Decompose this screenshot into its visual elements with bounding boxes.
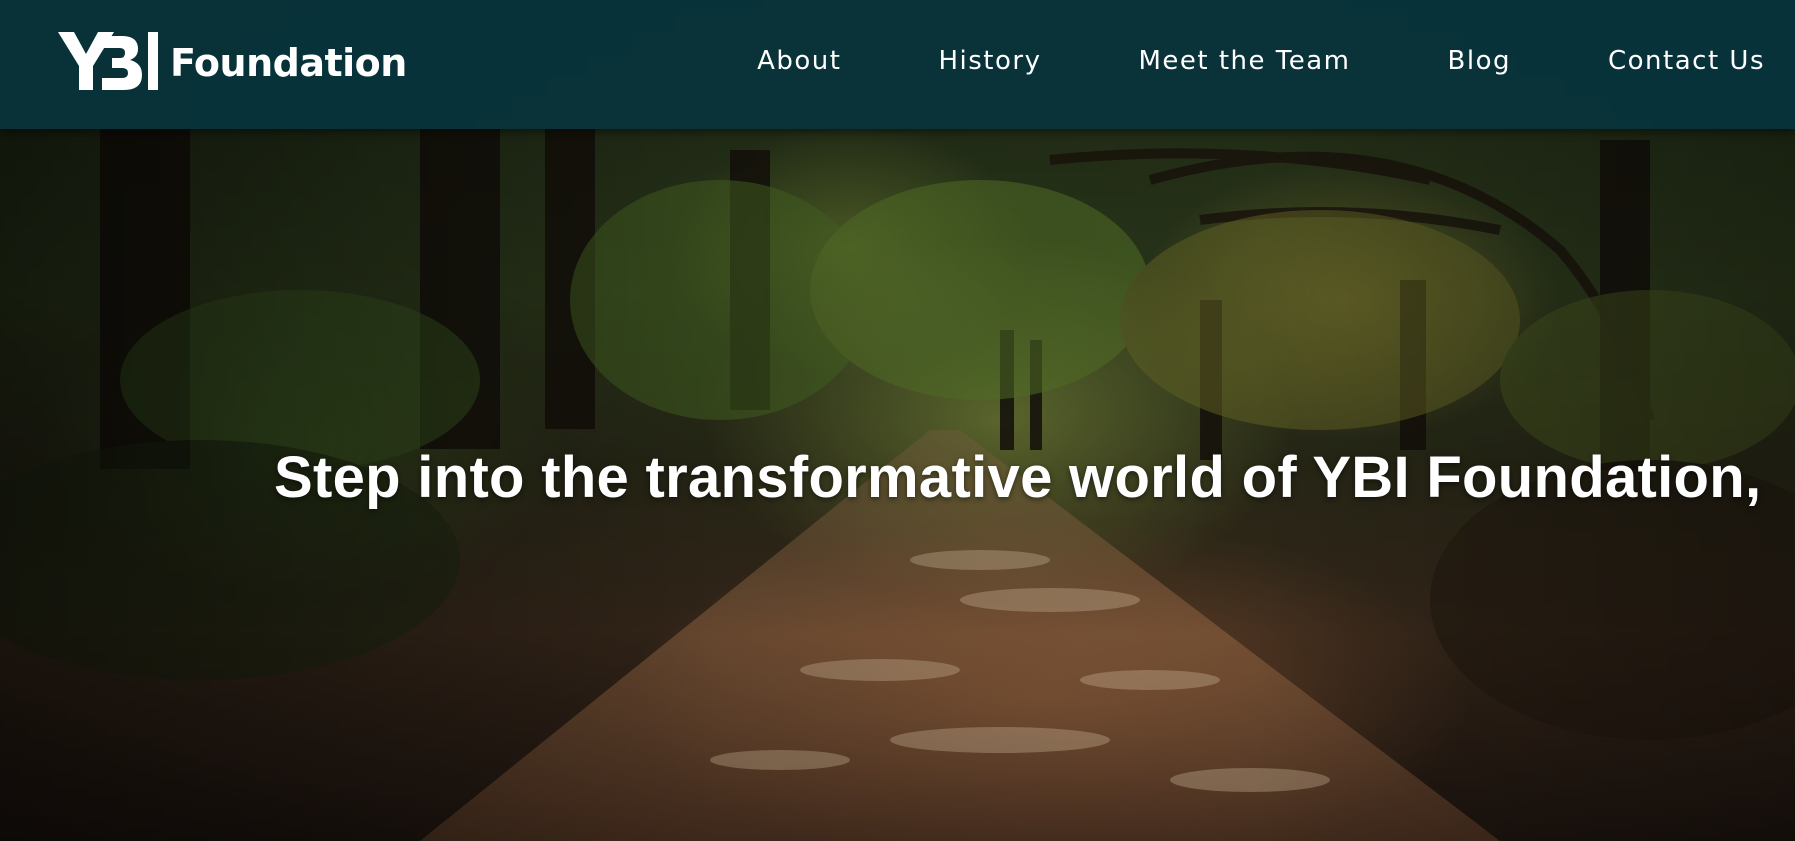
nav-link-contact-us[interactable]: Contact Us: [1608, 46, 1765, 76]
ybi-logo-icon: [58, 30, 162, 92]
brand-logo-link[interactable]: Foundation: [58, 30, 407, 92]
site-header: Foundation About History Meet the Team B…: [0, 0, 1795, 129]
main-nav: About History Meet the Team Blog Contact…: [757, 0, 1765, 122]
ybi-logo-mark: [58, 32, 158, 90]
nav-link-history[interactable]: History: [938, 46, 1041, 76]
page: Foundation About History Meet the Team B…: [0, 0, 1795, 841]
nav-link-blog[interactable]: Blog: [1448, 46, 1511, 76]
nav-link-meet-the-team[interactable]: Meet the Team: [1138, 46, 1350, 76]
nav-link-about[interactable]: About: [757, 46, 841, 76]
brand-name: Foundation: [170, 41, 407, 85]
hero-headline: Step into the transformative world of YB…: [274, 445, 1762, 510]
